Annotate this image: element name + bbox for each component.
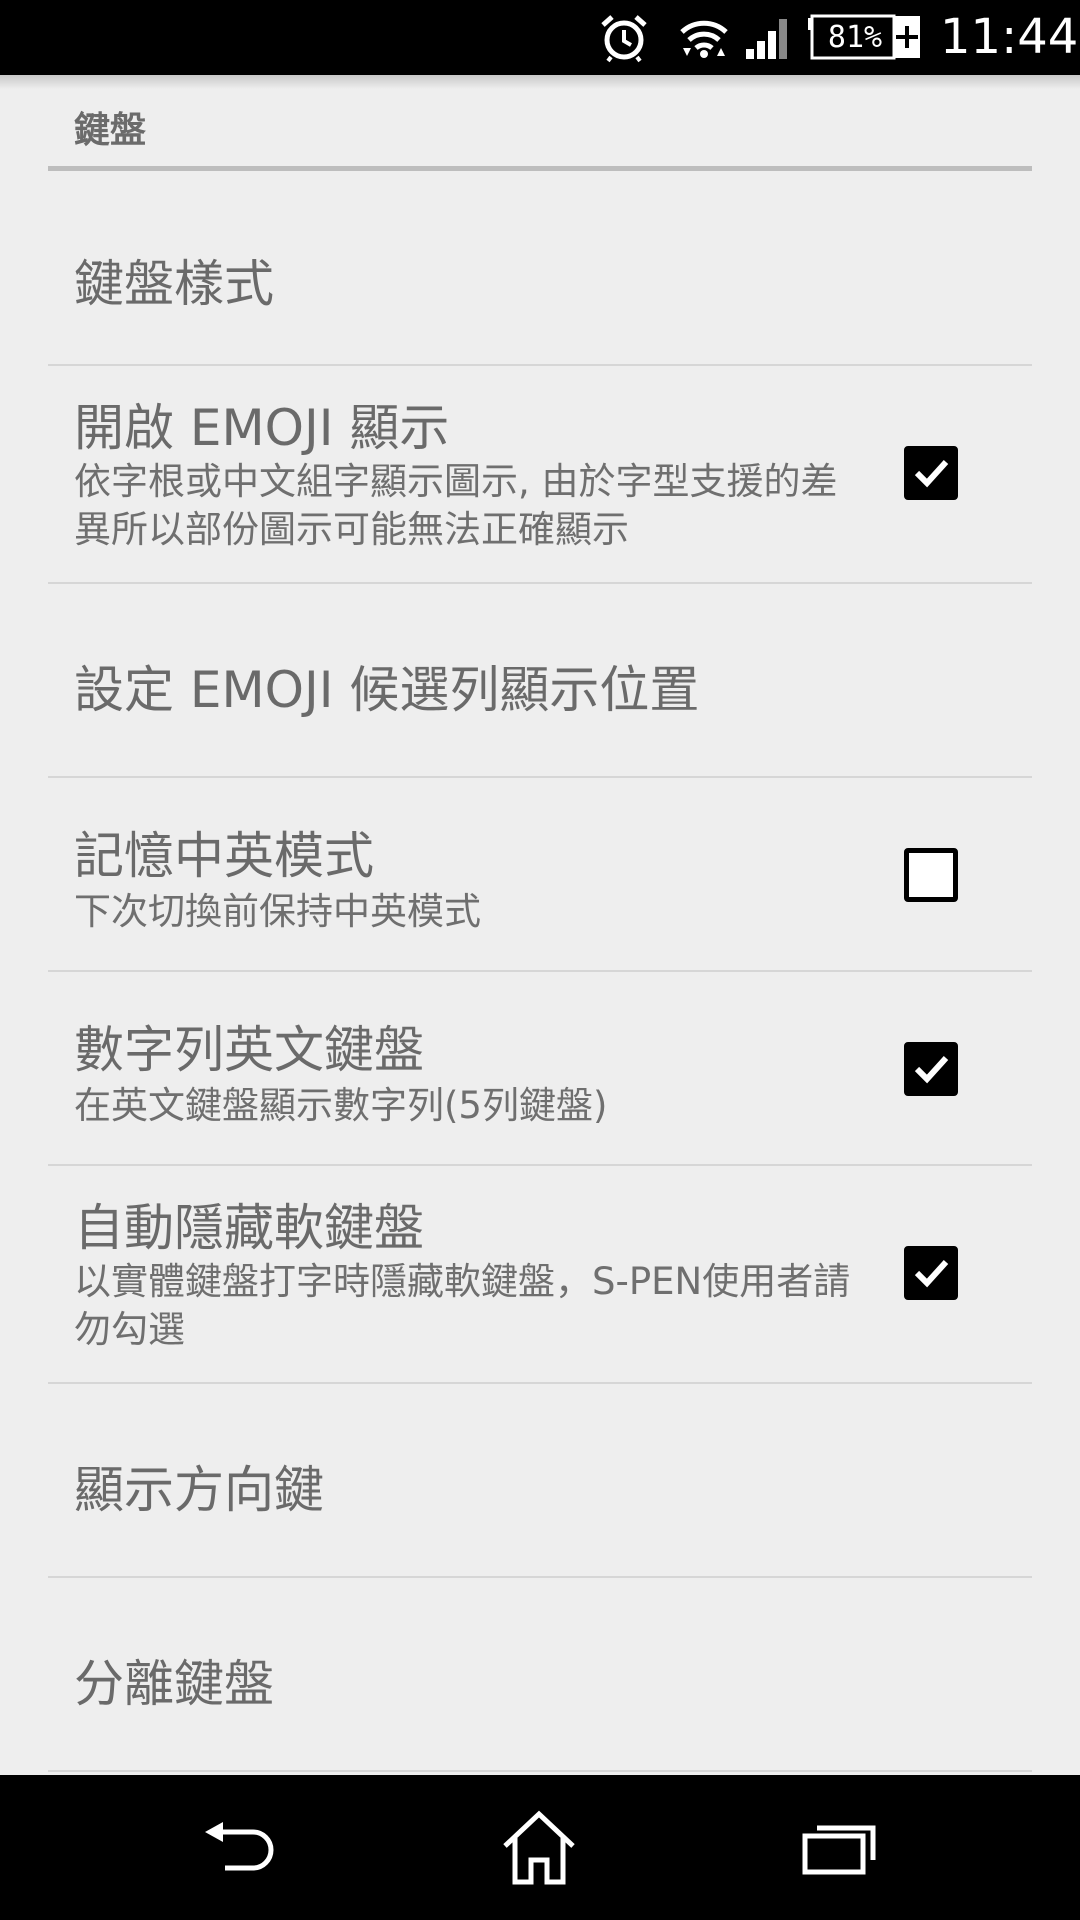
pref-emoji-candidate-position[interactable]: 設定 EMOJI 候選列顯示位置 [48,584,1032,778]
pref-summary: 以實體鍵盤打字時隱藏軟鍵盤，S-PEN使用者請勿勾選 [74,1260,851,1351]
recent-apps-icon[interactable] [784,1793,894,1903]
pref-show-arrow-keys[interactable]: 顯示方向鍵 [48,1384,1032,1578]
home-icon[interactable] [484,1793,594,1903]
pref-keyboard-style[interactable]: 鍵盤樣式 [48,176,1032,366]
pref-split-keyboard[interactable]: 分離鍵盤 [48,1578,1032,1772]
status-bar: 81% 11:44 [0,0,1080,75]
pref-title: 顯示方向鍵 [74,1461,324,1519]
pref-title: 分離鍵盤 [74,1655,274,1713]
pref-enable-emoji[interactable]: 開啟 EMOJI 顯示 依字根或中文組字顯示圖示, 由於字型支援的差異所以部份圖… [48,366,1032,584]
signal-icon [742,0,794,75]
pref-auto-hide-keyboard[interactable]: 自動隱藏軟鍵盤 以實體鍵盤打字時隱藏軟鍵盤，S-PEN使用者請勿勾選 [48,1166,1032,1384]
pref-title: 自動隱藏軟鍵盤 [74,1199,424,1257]
section-title: 鍵盤 [74,110,147,151]
checkbox-remember-mode[interactable] [904,848,958,902]
back-icon[interactable] [186,1793,296,1903]
alarm-icon [598,0,650,75]
pref-title: 數字列英文鍵盤 [74,1021,424,1079]
pref-title: 記憶中英模式 [74,827,374,885]
pref-summary: 在英文鍵盤顯示數字列(5列鍵盤) [74,1084,608,1127]
clock: 11:44 [940,9,1079,65]
navigation-bar [0,1775,1080,1920]
checkbox-auto-hide-keyboard[interactable] [904,1246,958,1300]
checkbox-number-row-keyboard[interactable] [904,1042,958,1096]
section-header: 鍵盤 [48,75,1032,171]
pref-title: 設定 EMOJI 候選列顯示位置 [74,661,700,719]
settings-list[interactable]: 鍵盤 鍵盤樣式 開啟 EMOJI 顯示 依字根或中文組字顯示圖示, 由於字型支援… [0,75,1080,1775]
battery-level: 81% [827,20,883,55]
pref-title: 鍵盤樣式 [74,255,274,313]
pref-number-row-keyboard[interactable]: 數字列英文鍵盤 在英文鍵盤顯示數字列(5列鍵盤) [48,972,1032,1166]
pref-remember-mode[interactable]: 記憶中英模式 下次切換前保持中英模式 [48,778,1032,972]
battery-charging-icon: 81% [806,0,922,75]
wifi-icon [676,0,732,75]
pref-title: 開啟 EMOJI 顯示 [74,399,450,457]
pref-summary: 依字根或中文組字顯示圖示, 由於字型支援的差異所以部份圖示可能無法正確顯示 [74,460,838,551]
checkbox-enable-emoji[interactable] [904,446,958,500]
pref-summary: 下次切換前保持中英模式 [74,890,481,933]
